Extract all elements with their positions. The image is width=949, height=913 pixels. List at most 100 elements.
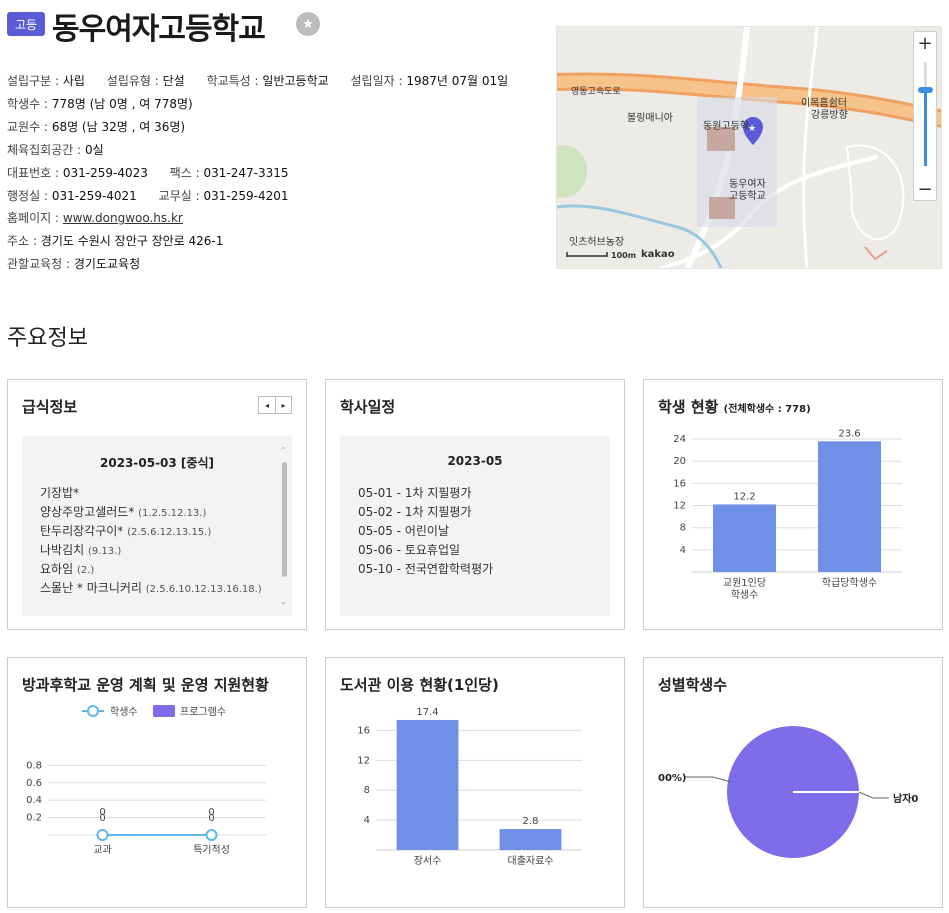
meal-next-button[interactable]: ▸ [275,397,291,413]
bar-value-label: 2.8 [523,816,539,827]
meal-item-name: 요하임 [40,562,77,576]
est-type-value: 사립 [62,74,85,88]
school-map[interactable]: ★ 영동고속도로 볼링매니아 동원고등학 동우여자 고등학교 이목홈쉼터 강릉방… [556,26,942,269]
line-point [96,829,109,841]
y-tick-label: 12 [673,501,686,512]
zoom-level-fill [924,90,927,166]
legend-label-students: 학생수 [110,706,138,718]
phone-key: 대표번호 : [7,166,60,180]
info-row-offices: 행정실 : 031-259-4021 교무실 : 031-259-4201 [7,187,306,204]
info-row-phone: 대표번호 : 031-259-4023 팩스 : 031-247-3315 [7,164,307,181]
bar-value-label: 23.6 [838,428,860,439]
section-title: 주요정보 [7,326,88,351]
map-zoom-control: + − [913,31,937,201]
address-key: 주소 : [7,234,37,248]
edu-office-key: 관할교육청 : [7,257,71,271]
x-tick-label: 학급당학생수 [822,577,877,589]
students-key: 학생수 : [7,97,48,111]
teachers-value: 68명 (남 32명 , 여 36명) [51,120,186,134]
school-name: 동우여자고등학교 [52,12,266,47]
y-tick-label: 16 [357,725,370,736]
meal-item-name: 탄두리장각구이* [40,524,128,538]
staff-value: 031-259-4201 [203,189,289,203]
meal-item: 나박김치 (9.13.) [40,541,121,558]
afterschool-chart: 학생수 프로그램수0.20.40.60.800교과00특기적성 [26,705,266,856]
meal-item-allergy: (2.) [76,565,95,576]
zoom-out-button[interactable]: − [914,178,936,200]
feature-value: 일반고등학교 [262,74,329,88]
meal-item-allergy: (1.2.5.12.13.) [138,508,207,519]
map-brand-logo: kakao [641,249,675,260]
est-date-key: 설립일자 : [350,74,403,88]
info-row-students: 학생수 : 778명 (남 0명 , 여 778명) [7,95,211,112]
meal-item: 양상주망고샐러드* (1.2.5.12.13.) [40,503,206,520]
est-date-value: 1987년 07월 01일 [406,74,509,88]
schedule-month: 2023-05 [447,454,503,468]
info-row-office: 관할교육청 : 경기도교육청 [7,255,158,272]
zoom-in-button[interactable]: + [914,32,936,54]
meal-scrollbar[interactable]: ⌃ ⌄ [280,446,288,606]
meal-item-name: 나박김치 [40,543,88,557]
map-poi-dongwon: 동원고등학 [703,121,749,132]
est-type-key: 설립구분 : [7,74,60,88]
schedule-item: 05-10 - 전국연합학력평가 [358,562,494,576]
bar [713,504,776,572]
zoom-slider-handle[interactable] [918,87,933,93]
info-row-teachers: 교원수 : 68명 (남 32명 , 여 36명) [7,118,203,135]
schedule-card: 학사일정 2023-05 05-01 - 1차 지필평가 05-02 - 1차 지… [325,379,625,630]
gender-pie-chart: 남자0 00%) [658,726,918,858]
x-tick-label: 교원1인당 [723,577,766,589]
favorite-star-icon[interactable]: ★ [296,12,320,36]
library-card: 도서관 이용 현황(1인당) 4 8 12 16 17.4 장서수 2.8 대출자료수 [325,657,625,908]
y-tick-label: 8 [680,523,686,534]
info-row-gym: 체육집회공간 : 0실 [7,141,122,158]
x-tick-label: 대출자료수 [508,855,554,867]
y-tick-label: 24 [673,434,686,445]
bar-value-label: 12.2 [733,491,755,502]
admin-key: 행정실 : [7,189,48,203]
y-tick-label: 8 [364,785,370,796]
scroll-down-icon[interactable]: ⌄ [280,597,287,606]
y-tick-label: 12 [357,755,370,766]
schedule-item: 05-05 - 어린이날 [358,524,449,538]
meal-item: 기장밥* [40,484,79,501]
line-point [205,829,218,841]
y-tick-label: 0.6 [26,778,42,789]
leader-line-right [858,791,889,799]
edu-office-value: 경기도교육청 [73,257,141,271]
y-tick-label: 16 [673,478,686,489]
address-value: 경기도 수원시 장안구 장안로 426-1 [40,234,224,248]
homepage-link[interactable]: www.dongwoo.hs.kr [63,211,183,225]
legend-bar-swatch [153,705,175,717]
y-tick-label: 0.4 [26,795,42,806]
meal-prev-button[interactable]: ◂ [259,397,275,413]
y-tick-label: 4 [364,815,370,826]
afterschool-card: 방과후학교 운영 계획 및 운영 지원현황 학생수 프로그램수 0.2 0.4 0.6 0… [7,657,307,908]
meal-item: 탄두리장각구이* (2.5.6.12.13.15.) [40,522,211,539]
meal-item-name: 양상주망고샐러드* [40,505,139,519]
student-status-card: 학생 현황 (전체학생수 : 778) 4 8 12 16 20 24 12.2 교원1인당 학… [643,379,943,630]
schedule-item: 05-06 - 토요휴업일 [358,543,461,557]
meal-panel: 2023-05-03 [중식] 기장밥* 양상주망고샐러드* (1.2.5.12.… [22,436,292,616]
y-tick-label: 0.2 [26,813,42,824]
bar [818,441,881,572]
scroll-up-icon[interactable]: ⌃ [280,446,287,455]
gender-card: 성별학생수 남자0 00%) [643,657,943,908]
schedule-item: 05-02 - 1차 지필평가 [358,505,472,519]
meal-item-allergy: (9.13.) [87,546,122,557]
homepage-key: 홈페이지 : [7,211,60,225]
y-tick-label: 20 [673,456,686,467]
meal-item-allergy: (2.5.6.12.13.15.) [127,527,212,538]
map-poi-herb-farm: 잇츠허브농장 [569,237,625,248]
info-row-address: 주소 : 경기도 수원시 장안구 장안로 426-1 [7,232,241,249]
program-value-label: 0 [208,807,214,818]
bar-value-label: 17.4 [416,707,438,718]
program-value-label: 0 [99,807,105,818]
scroll-thumb[interactable] [282,462,287,577]
map-poi-shelter-2: 강릉방향 [811,110,848,121]
student-status-chart: 4 8 12 16 20 24 12.2 교원1인당학생수 23.6 학급당학생수 [673,428,902,601]
x-tick-label: 교과 [93,844,111,856]
meal-card: 급식정보 ◂ ▸ 2023-05-03 [중식] 기장밥* 양상주망고샐러드* (… [7,379,307,630]
meal-date: 2023-05-03 [중식] [100,456,214,470]
legend-line-marker [87,705,99,717]
